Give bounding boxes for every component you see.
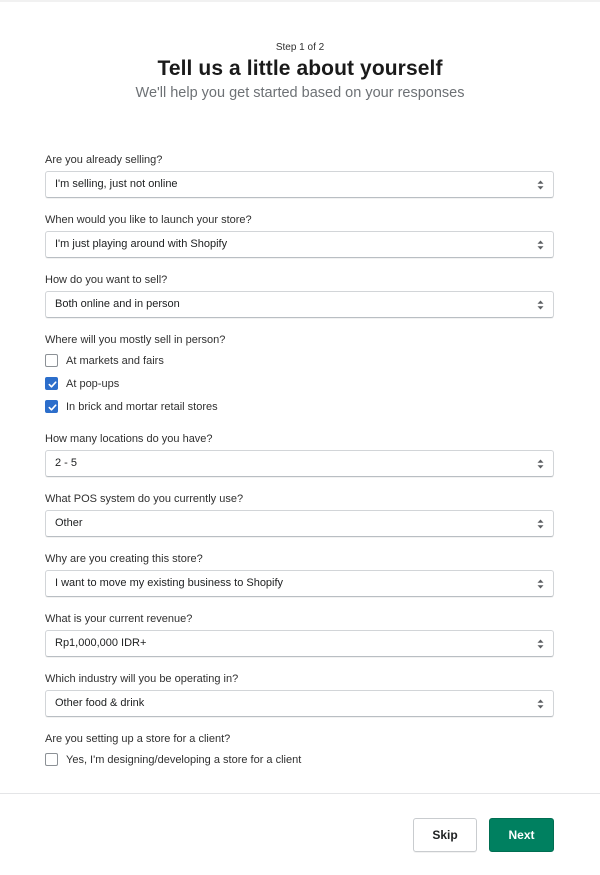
- select-arrows-icon: [537, 240, 544, 250]
- checkbox-client-store[interactable]: Yes, I'm designing/developing a store fo…: [45, 748, 554, 771]
- pos-system-select[interactable]: Other: [45, 510, 554, 537]
- launch-time-select[interactable]: I'm just playing around with Shopify: [45, 231, 554, 258]
- page-header: Step 1 of 2 Tell us a little about yours…: [0, 42, 600, 102]
- top-border: [0, 0, 600, 2]
- select-arrows-icon: [537, 699, 544, 709]
- select-arrows-icon: [537, 459, 544, 469]
- select-arrows-icon: [537, 579, 544, 589]
- field-label: What POS system do you currently use?: [45, 493, 244, 505]
- field-label: How do you want to sell?: [45, 274, 168, 286]
- select-value: I'm just playing around with Shopify: [55, 238, 228, 250]
- footer-divider: [0, 793, 600, 794]
- field-in-person-channels: Where will you mostly sell in person? At…: [45, 333, 554, 418]
- checkmark-icon: [48, 381, 57, 388]
- field-industry: Which industry will you be operating in?…: [45, 672, 554, 717]
- checkmark-icon: [48, 404, 57, 411]
- field-label: Are you setting up a store for a client?: [45, 733, 231, 745]
- field-store-reason: Why are you creating this store? I want …: [45, 552, 554, 597]
- page-subtitle: We'll help you get started based on your…: [135, 85, 465, 101]
- select-value: I'm selling, just not online: [55, 178, 178, 190]
- field-label: When would you like to launch your store…: [45, 214, 252, 226]
- select-value: I want to move my existing business to S…: [55, 577, 284, 589]
- skip-button[interactable]: Skip: [413, 818, 477, 852]
- select-value: Other: [55, 517, 83, 529]
- checkbox-label: In brick and mortar retail stores: [66, 400, 218, 413]
- field-locations: How many locations do you have? 2 - 5: [45, 432, 554, 477]
- checkbox-pop-ups[interactable]: At pop-ups: [45, 372, 554, 395]
- field-sell-how: How do you want to sell? Both online and…: [45, 273, 554, 318]
- field-label: Where will you mostly sell in person?: [45, 334, 226, 346]
- field-label: What is your current revenue?: [45, 613, 193, 625]
- checkbox-label: At pop-ups: [66, 377, 120, 390]
- checkbox-unchecked[interactable]: [45, 753, 58, 766]
- select-arrows-icon: [537, 519, 544, 529]
- field-label: Which industry will you be operating in?: [45, 673, 239, 685]
- field-already-selling: Are you already selling? I'm selling, ju…: [45, 153, 554, 198]
- field-launch-time: When would you like to launch your store…: [45, 213, 554, 258]
- locations-select[interactable]: 2 - 5: [45, 450, 554, 477]
- field-label: Are you already selling?: [45, 154, 163, 166]
- field-label: How many locations do you have?: [45, 433, 213, 445]
- already-selling-select[interactable]: I'm selling, just not online: [45, 171, 554, 198]
- select-value: Both online and in person: [55, 298, 180, 310]
- select-arrows-icon: [537, 639, 544, 649]
- page-title: Tell us a little about yourself: [157, 57, 443, 80]
- checkbox-brick-and-mortar[interactable]: In brick and mortar retail stores: [45, 395, 554, 418]
- checkbox-label: At markets and fairs: [66, 354, 164, 367]
- field-pos-system: What POS system do you currently use? Ot…: [45, 492, 554, 537]
- field-client-store: Are you setting up a store for a client?…: [45, 732, 554, 771]
- select-arrows-icon: [537, 300, 544, 310]
- select-value: Other food & drink: [55, 697, 145, 709]
- next-button[interactable]: Next: [489, 818, 554, 852]
- checkbox-unchecked[interactable]: [45, 354, 58, 367]
- step-indicator: Step 1 of 2: [275, 42, 325, 53]
- onboarding-form: Are you already selling? I'm selling, ju…: [45, 153, 554, 771]
- checkbox-checked[interactable]: [45, 400, 58, 413]
- industry-select[interactable]: Other food & drink: [45, 690, 554, 717]
- checkbox-checked[interactable]: [45, 377, 58, 390]
- select-value: Rp1,000,000 IDR+: [55, 637, 147, 649]
- store-reason-select[interactable]: I want to move my existing business to S…: [45, 570, 554, 597]
- checkbox-label: Yes, I'm designing/developing a store fo…: [66, 753, 302, 766]
- select-arrows-icon: [537, 180, 544, 190]
- field-revenue: What is your current revenue? Rp1,000,00…: [45, 612, 554, 657]
- select-value: 2 - 5: [55, 457, 78, 469]
- revenue-select[interactable]: Rp1,000,000 IDR+: [45, 630, 554, 657]
- checkbox-markets-fairs[interactable]: At markets and fairs: [45, 349, 554, 372]
- sell-how-select[interactable]: Both online and in person: [45, 291, 554, 318]
- field-label: Why are you creating this store?: [45, 553, 203, 565]
